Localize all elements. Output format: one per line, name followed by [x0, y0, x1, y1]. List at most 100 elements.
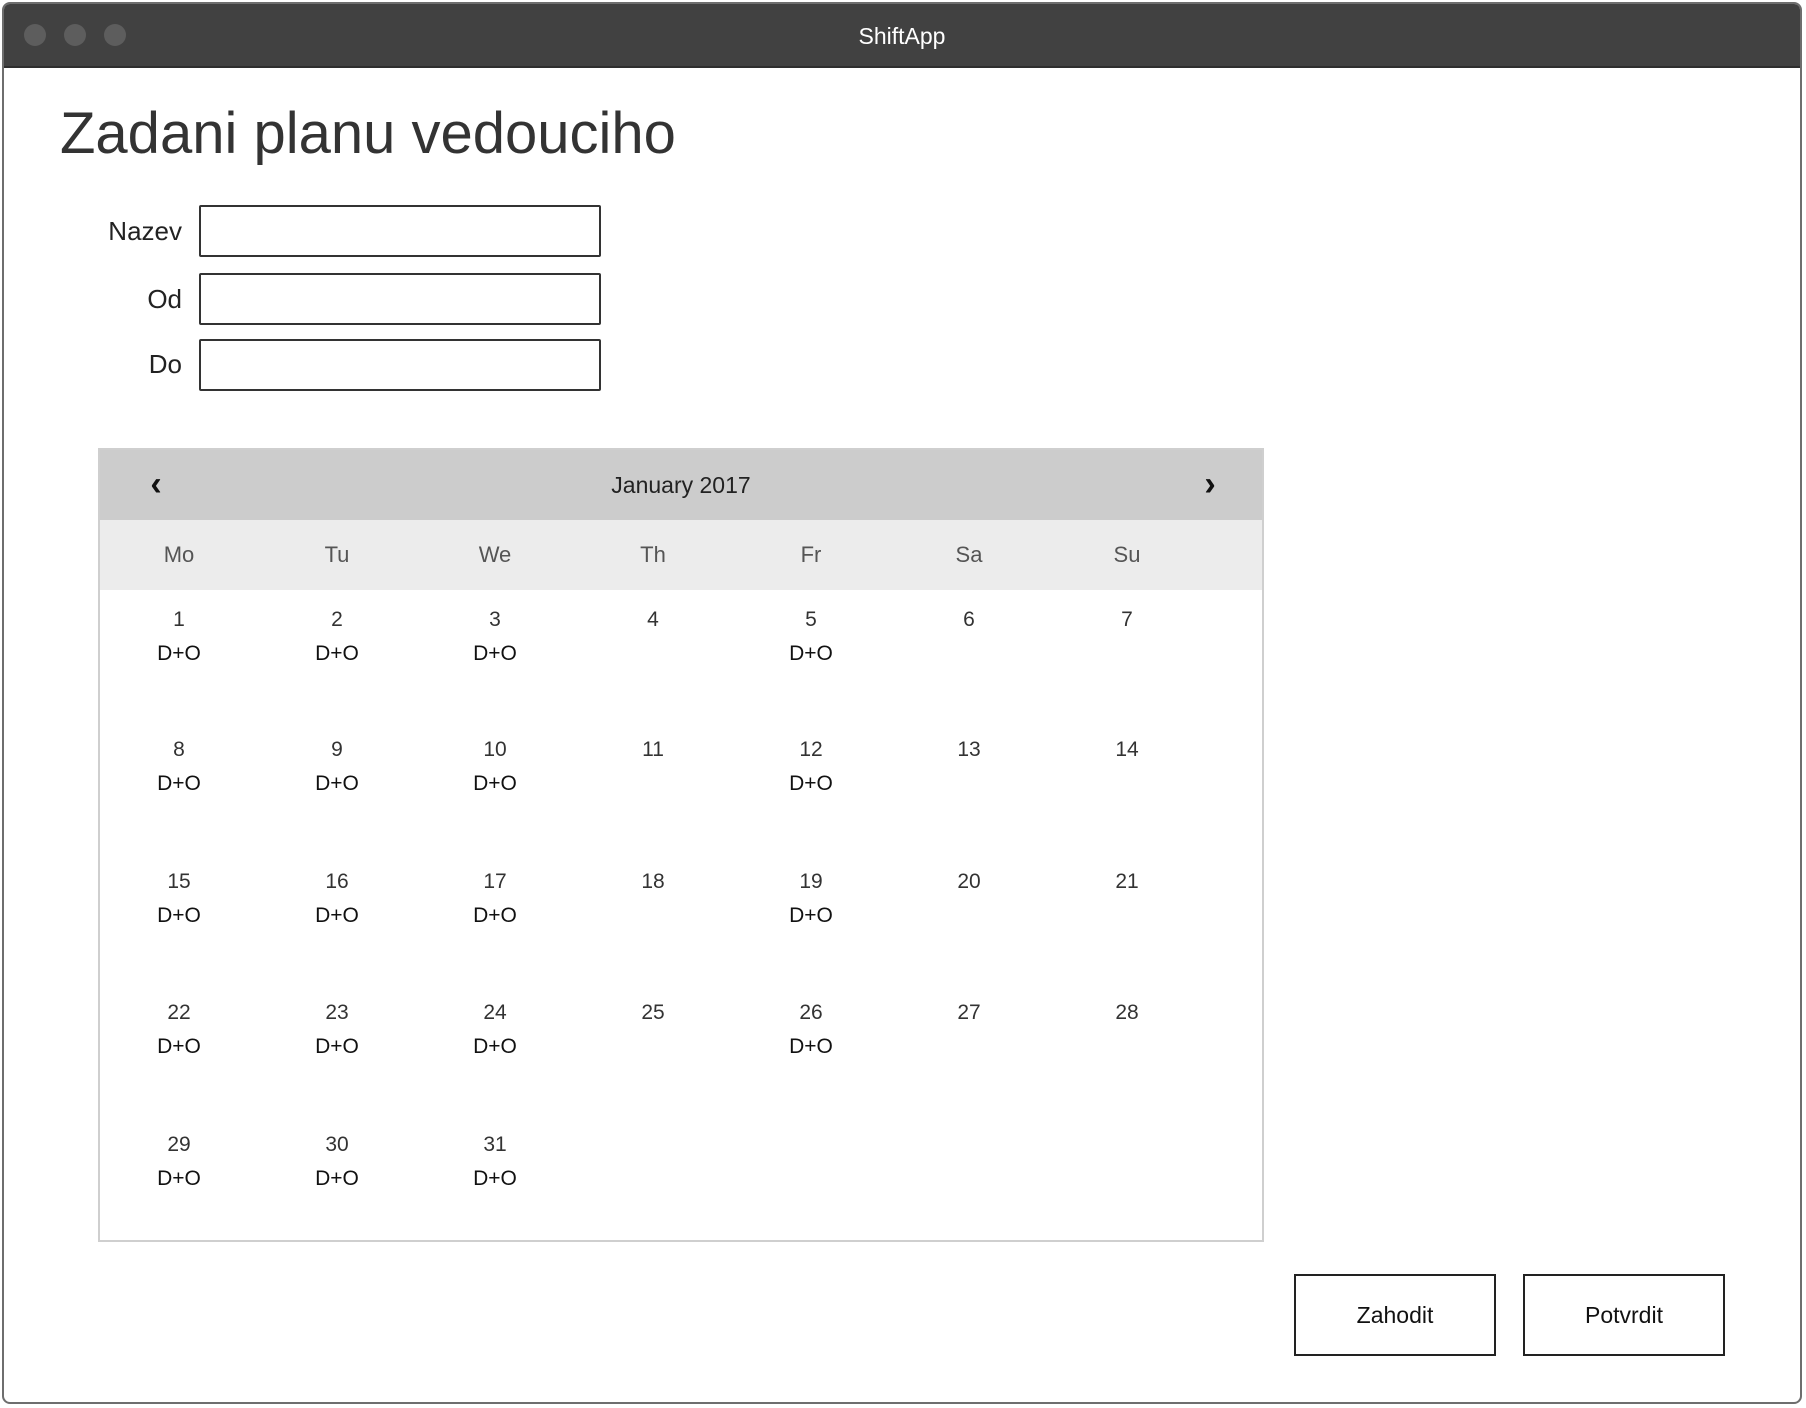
calendar-day-number: 19: [799, 870, 823, 893]
calendar-day-shift: D+O: [473, 642, 517, 665]
name-label: Nazev: [108, 216, 182, 246]
page-title: Zadani planu vedouciho: [60, 101, 676, 166]
calendar-day-shift: D+O: [157, 1035, 201, 1058]
to-input[interactable]: [199, 339, 601, 391]
calendar-day[interactable]: 5 D+O: [751, 590, 871, 700]
calendar-day[interactable]: 13: [909, 720, 1029, 830]
calendar-day[interactable]: 17 D+O: [435, 852, 555, 962]
calendar-day[interactable]: 21: [1067, 852, 1187, 962]
calendar-day-shift: D+O: [789, 772, 833, 795]
from-input[interactable]: [199, 273, 601, 325]
calendar-day-number: 16: [325, 870, 349, 893]
calendar-day[interactable]: 16 D+O: [277, 852, 397, 962]
calendar-day[interactable]: 24 D+O: [435, 983, 555, 1093]
calendar-day-shift: D+O: [473, 772, 517, 795]
calendar-day[interactable]: 26 D+O: [751, 983, 871, 1093]
calendar-day-shift: D+O: [315, 904, 359, 927]
confirm-button[interactable]: Potvrdit: [1523, 1274, 1725, 1356]
calendar-day[interactable]: 18: [593, 852, 713, 962]
calendar-day-shift: D+O: [473, 1035, 517, 1058]
chevron-right-icon[interactable]: ›: [1190, 464, 1230, 504]
calendar-day-grid: 1 D+O 2 D+O 3 D+O 4 5 D+O 6 7 8 D+O 9 D+O 10 D+O 11 12 D+O 1…: [100, 590, 1262, 1240]
from-label: Od: [147, 284, 182, 314]
calendar-day-number: 8: [173, 738, 185, 761]
calendar-day-number: 17: [483, 870, 507, 893]
calendar-day[interactable]: 10 D+O: [435, 720, 555, 830]
calendar-day-number: 23: [325, 1001, 349, 1024]
calendar-day-number: 6: [963, 608, 975, 631]
calendar-day-number: 27: [957, 1001, 981, 1024]
calendar-day[interactable]: 14: [1067, 720, 1187, 830]
calendar-day-number: 30: [325, 1133, 349, 1156]
calendar-day[interactable]: 30 D+O: [277, 1115, 397, 1225]
calendar-day[interactable]: 15 D+O: [119, 852, 239, 962]
calendar-day[interactable]: 12 D+O: [751, 720, 871, 830]
calendar-day-number: 2: [331, 608, 343, 631]
calendar-header: January 2017 ‹ ›: [100, 450, 1262, 520]
calendar-day-number: 1: [173, 608, 185, 631]
calendar-day[interactable]: 22 D+O: [119, 983, 239, 1093]
calendar-day-shift: D+O: [315, 1035, 359, 1058]
calendar-day-shift: D+O: [157, 1167, 201, 1190]
calendar-day[interactable]: 8 D+O: [119, 720, 239, 830]
calendar-day[interactable]: 6: [909, 590, 1029, 700]
calendar-day-number: 13: [957, 738, 981, 761]
calendar-day-number: 12: [799, 738, 823, 761]
calendar-day[interactable]: 7: [1067, 590, 1187, 700]
calendar-day-shift: D+O: [315, 772, 359, 795]
calendar-day[interactable]: 1 D+O: [119, 590, 239, 700]
calendar-day-number: 11: [642, 738, 664, 761]
calendar-day[interactable]: 25: [593, 983, 713, 1093]
weekday-th: Th: [640, 542, 666, 567]
calendar-day-number: 26: [799, 1001, 823, 1024]
calendar-day-shift: D+O: [789, 642, 833, 665]
calendar-day[interactable]: 28: [1067, 983, 1187, 1093]
calendar-day-number: 29: [167, 1133, 191, 1156]
weekday-su: Su: [1113, 542, 1141, 567]
calendar-day-number: 25: [641, 1001, 665, 1024]
calendar: January 2017 ‹ › Mo Tu We Th Fr Sa Su 1 D…: [98, 448, 1264, 1242]
weekday-mo: Mo: [163, 542, 195, 567]
calendar-day-number: 28: [1115, 1001, 1139, 1024]
calendar-day[interactable]: 2 D+O: [277, 590, 397, 700]
calendar-day-shift: D+O: [789, 904, 833, 927]
calendar-day-number: 31: [483, 1133, 507, 1156]
calendar-day-shift: D+O: [315, 1167, 359, 1190]
calendar-day-shift: D+O: [157, 642, 201, 665]
calendar-day-shift: D+O: [789, 1035, 833, 1058]
calendar-day-number: 20: [957, 870, 981, 893]
calendar-day-number: 9: [331, 738, 343, 761]
calendar-day[interactable]: 29 D+O: [119, 1115, 239, 1225]
calendar-day[interactable]: 20: [909, 852, 1029, 962]
calendar-day-number: 22: [167, 1001, 191, 1024]
calendar-day[interactable]: 4: [593, 590, 713, 700]
window-title: ShiftApp: [858, 23, 946, 49]
calendar-day[interactable]: 11: [593, 720, 713, 830]
calendar-day[interactable]: 31 D+O: [435, 1115, 555, 1225]
calendar-day-number: 21: [1115, 870, 1139, 893]
calendar-day-shift: D+O: [315, 642, 359, 665]
calendar-weekday-row: Mo Tu We Th Fr Sa Su: [100, 520, 1262, 590]
weekday-sa: Sa: [955, 542, 983, 567]
name-input[interactable]: [199, 205, 601, 257]
weekday-tu: Tu: [324, 542, 350, 567]
calendar-day-shift: D+O: [157, 772, 201, 795]
calendar-day-number: 15: [167, 870, 191, 893]
calendar-day-shift: D+O: [473, 904, 517, 927]
calendar-day-number: 10: [483, 738, 507, 761]
calendar-day-number: 7: [1121, 608, 1133, 631]
calendar-day[interactable]: 19 D+O: [751, 852, 871, 962]
discard-button[interactable]: Zahodit: [1294, 1274, 1496, 1356]
chevron-left-icon[interactable]: ‹: [136, 464, 176, 504]
calendar-day[interactable]: 9 D+O: [277, 720, 397, 830]
calendar-day[interactable]: 23 D+O: [277, 983, 397, 1093]
title-bar: ShiftApp: [4, 4, 1800, 68]
calendar-day-number: 18: [641, 870, 665, 893]
calendar-month-label: January 2017: [611, 472, 751, 498]
calendar-day[interactable]: 27: [909, 983, 1029, 1093]
calendar-day-shift: D+O: [473, 1167, 517, 1190]
calendar-day-number: 4: [647, 608, 659, 631]
calendar-day[interactable]: 3 D+O: [435, 590, 555, 700]
calendar-day-shift: D+O: [157, 904, 201, 927]
weekday-we: We: [478, 542, 512, 567]
